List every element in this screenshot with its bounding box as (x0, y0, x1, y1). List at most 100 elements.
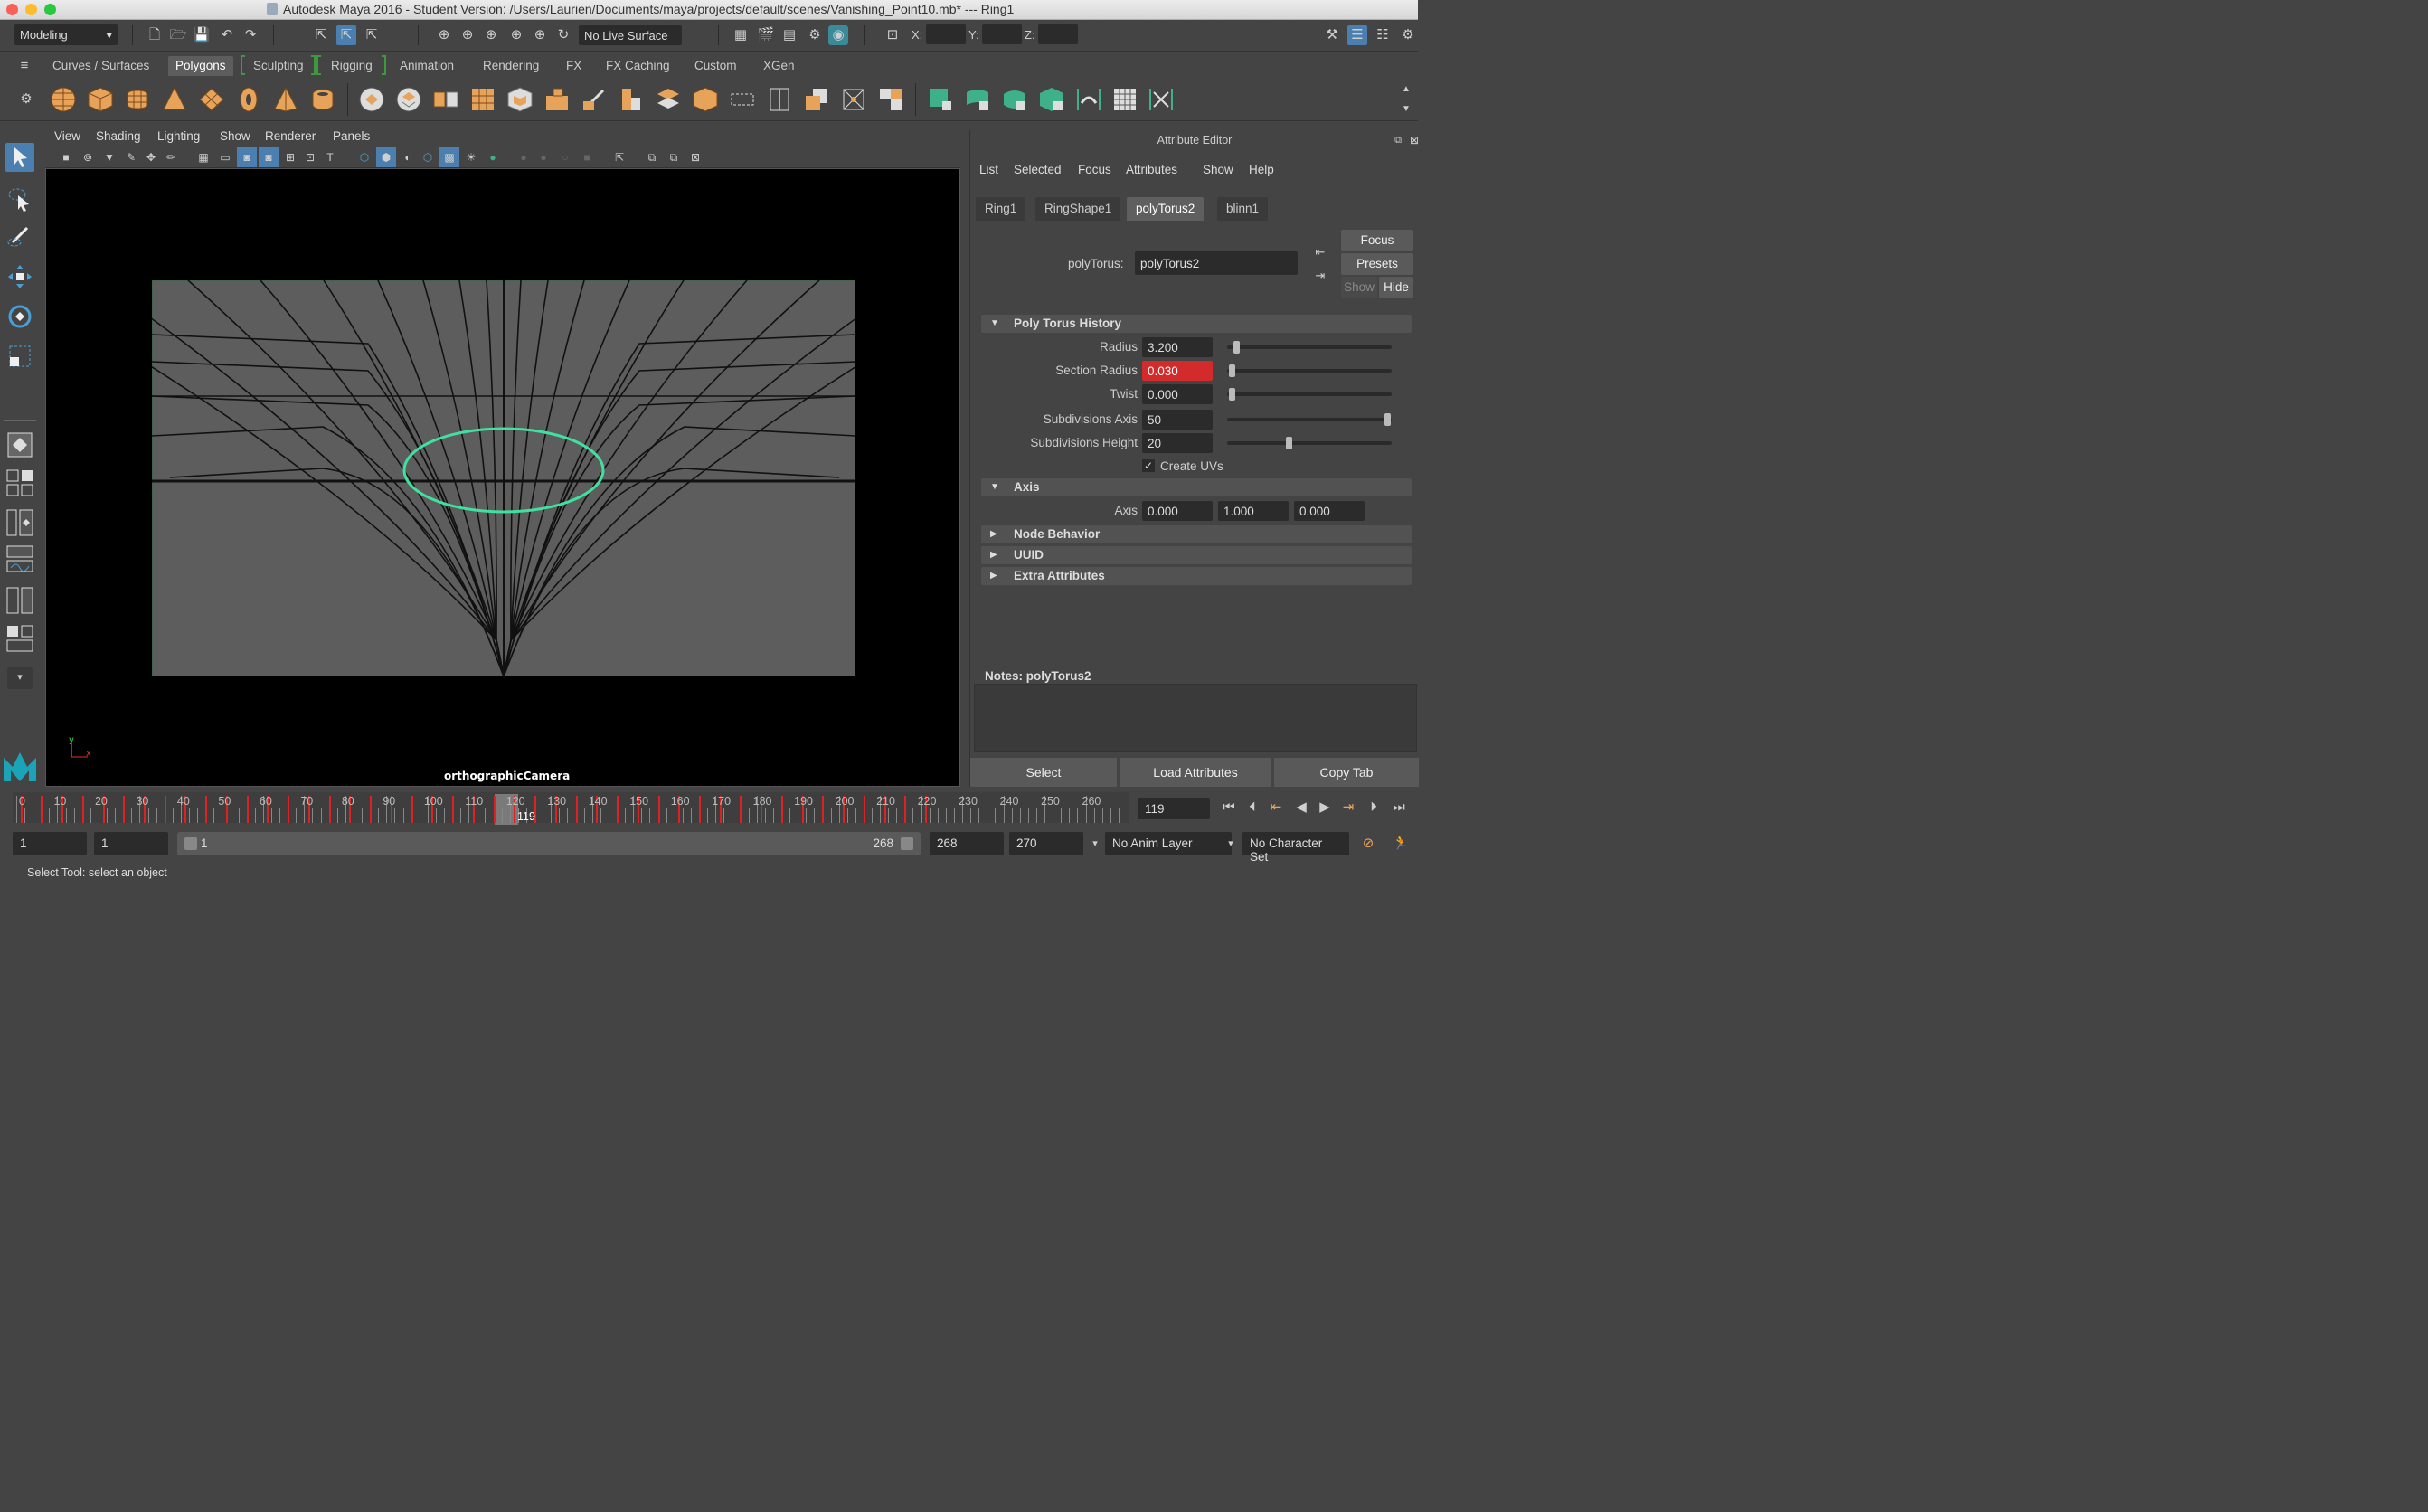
select-by-object-icon[interactable]: ⇱ (336, 25, 356, 45)
textured-icon[interactable]: ▩ (439, 147, 459, 167)
menu-lighting[interactable]: Lighting (157, 129, 200, 143)
multi-cut-icon[interactable] (580, 85, 609, 114)
bevel-icon[interactable] (617, 85, 646, 114)
menu-set-dropdown[interactable]: Modeling ▾ (14, 24, 118, 45)
keyframe-marker[interactable] (452, 796, 455, 823)
minimize-window-button[interactable] (25, 4, 37, 15)
play-forwards-icon[interactable]: ▶ (1315, 798, 1335, 817)
keyframe-marker[interactable] (411, 796, 413, 823)
lasso-tool-icon[interactable] (5, 184, 34, 213)
field-chart-icon[interactable]: ⊞ (280, 147, 300, 167)
copy-tab-button[interactable]: Copy Tab (1274, 758, 1419, 787)
use-all-lights-icon[interactable]: ☀ (461, 147, 481, 167)
time-slider-track[interactable]: 0 10 20 30 40 50 60 70 80 90 100 110 120 130 140 150 160… (13, 792, 1129, 825)
depth-of-field-icon[interactable]: ■ (577, 147, 597, 167)
tab-rigging[interactable]: Rigging (324, 56, 380, 76)
gate-mask-icon[interactable]: ◙ (259, 147, 279, 167)
save-scene-icon[interactable]: 💾 (192, 25, 212, 45)
grease-pencil-icon[interactable]: ✏ (161, 147, 181, 167)
keyframe-marker[interactable] (740, 796, 742, 823)
radius-field[interactable]: 3.200 (1142, 337, 1213, 357)
keyframe-marker[interactable] (657, 796, 660, 823)
bookmark-icon[interactable]: ▼ (99, 147, 119, 167)
target-weld-icon[interactable] (876, 85, 905, 114)
safe-action-icon[interactable]: ⊡ (300, 147, 320, 167)
ae-menu-selected[interactable]: Selected (1014, 163, 1062, 176)
smooth-icon[interactable] (431, 85, 460, 114)
close-window-button[interactable] (6, 4, 18, 15)
keyframe-marker[interactable] (904, 796, 907, 823)
ae-menu-show[interactable]: Show (1203, 163, 1233, 176)
range-slider[interactable]: 1 268 (177, 832, 921, 855)
keyframe-marker[interactable] (41, 796, 43, 823)
twist-slider-knob[interactable] (1229, 388, 1235, 401)
go-to-output-icon[interactable]: ⇥ (1310, 266, 1330, 286)
snap-curve-icon[interactable]: ⊕ (458, 25, 477, 45)
tab-polygons[interactable]: Polygons (168, 56, 233, 76)
tab-xgen[interactable]: XGen (756, 56, 802, 76)
cylindrical-uv-icon[interactable] (963, 85, 992, 114)
tab-rendering[interactable]: Rendering (476, 56, 546, 76)
render-view-icon[interactable]: ▦ (731, 25, 751, 45)
focus-button[interactable]: Focus (1341, 230, 1413, 251)
step-forward-frame-icon[interactable]: ⏵ (1364, 798, 1384, 817)
select-button[interactable]: Select (970, 758, 1117, 787)
show-button[interactable]: Show (1341, 277, 1377, 298)
expand-toolbox-icon[interactable]: ▾ (7, 667, 33, 689)
keyframe-marker[interactable] (575, 796, 578, 823)
tab-blinn1[interactable]: blinn1 (1217, 197, 1269, 221)
keyframe-marker[interactable] (164, 796, 166, 823)
go-to-end-icon[interactable]: ⏭ (1389, 798, 1409, 817)
poly-cone-icon[interactable] (160, 85, 189, 114)
playback-end-field[interactable]: 268 (930, 832, 1004, 855)
hypershade-layout-icon[interactable] (5, 586, 34, 615)
film-gate-icon[interactable]: ▭ (215, 147, 235, 167)
ae-menu-help[interactable]: Help (1249, 163, 1274, 176)
tab-fx-caching[interactable]: FX Caching (599, 56, 677, 76)
subdivisions-height-field[interactable]: 20 (1142, 433, 1213, 453)
append-polygon-icon[interactable] (691, 85, 720, 114)
tab-polytorus2[interactable]: polyTorus2 (1127, 197, 1205, 221)
persp-outliner-layout-icon[interactable] (5, 508, 34, 537)
isolate-select-icon[interactable]: ⇱ (609, 147, 629, 167)
step-forward-key-icon[interactable]: ⇥ (1338, 798, 1358, 817)
use-default-material-icon[interactable]: ◐ (398, 147, 418, 167)
spherical-uv-icon[interactable] (1000, 85, 1029, 114)
subdivisions-axis-field[interactable]: 50 (1142, 410, 1213, 430)
keyframe-marker[interactable] (493, 796, 496, 823)
move-tool-icon[interactable] (5, 262, 34, 291)
hypershade-icon[interactable]: ◉ (828, 25, 848, 45)
radius-slider[interactable] (1227, 345, 1392, 349)
node-name-field[interactable]: polyTorus2 (1135, 251, 1298, 275)
shelf-menu-icon[interactable]: ≡ (14, 56, 34, 76)
section-radius-slider-knob[interactable] (1229, 364, 1235, 377)
subdivisions-height-slider[interactable] (1227, 441, 1392, 445)
keyframe-marker[interactable] (370, 796, 373, 823)
twist-field[interactable]: 0.000 (1142, 384, 1213, 404)
resolution-gate-icon[interactable]: ◙ (237, 147, 257, 167)
anim-layer-chevron-icon[interactable]: ▾ (1085, 834, 1105, 854)
tab-animation[interactable]: Animation (392, 56, 461, 76)
poly-pipe-icon[interactable] (308, 85, 337, 114)
planar-uv-icon[interactable] (926, 85, 955, 114)
new-scene-icon[interactable]: 🗋 (145, 25, 165, 45)
poly-torus-icon[interactable] (234, 85, 263, 114)
modeling-toolkit-icon[interactable]: ⚒ (1322, 25, 1342, 45)
open-scene-icon[interactable]: 🗁 (168, 25, 188, 45)
2d-pan-zoom-icon[interactable]: ✥ (141, 147, 161, 167)
rotate-tool-icon[interactable] (5, 302, 34, 331)
axis-z-field[interactable]: 0.000 (1294, 501, 1365, 521)
channel-box-icon[interactable]: ⚙ (1398, 25, 1418, 45)
wireframe-on-shaded-icon[interactable]: ⬡ (418, 147, 438, 167)
subdivisions-axis-slider-knob[interactable] (1384, 413, 1391, 426)
snap-view-plane-icon[interactable]: ⊕ (506, 25, 526, 45)
uv-editor-icon[interactable] (1074, 85, 1103, 114)
extrude-icon[interactable] (543, 85, 572, 114)
insert-edge-loop-icon[interactable] (765, 85, 794, 114)
camera-attributes-icon[interactable]: ⊚ (78, 147, 98, 167)
grid-icon[interactable]: ▦ (194, 147, 213, 167)
select-tool-icon[interactable] (5, 143, 34, 172)
multisample-aa-icon[interactable]: ○ (555, 147, 575, 167)
mirror-icon[interactable] (468, 85, 497, 114)
menu-view[interactable]: View (54, 129, 80, 143)
